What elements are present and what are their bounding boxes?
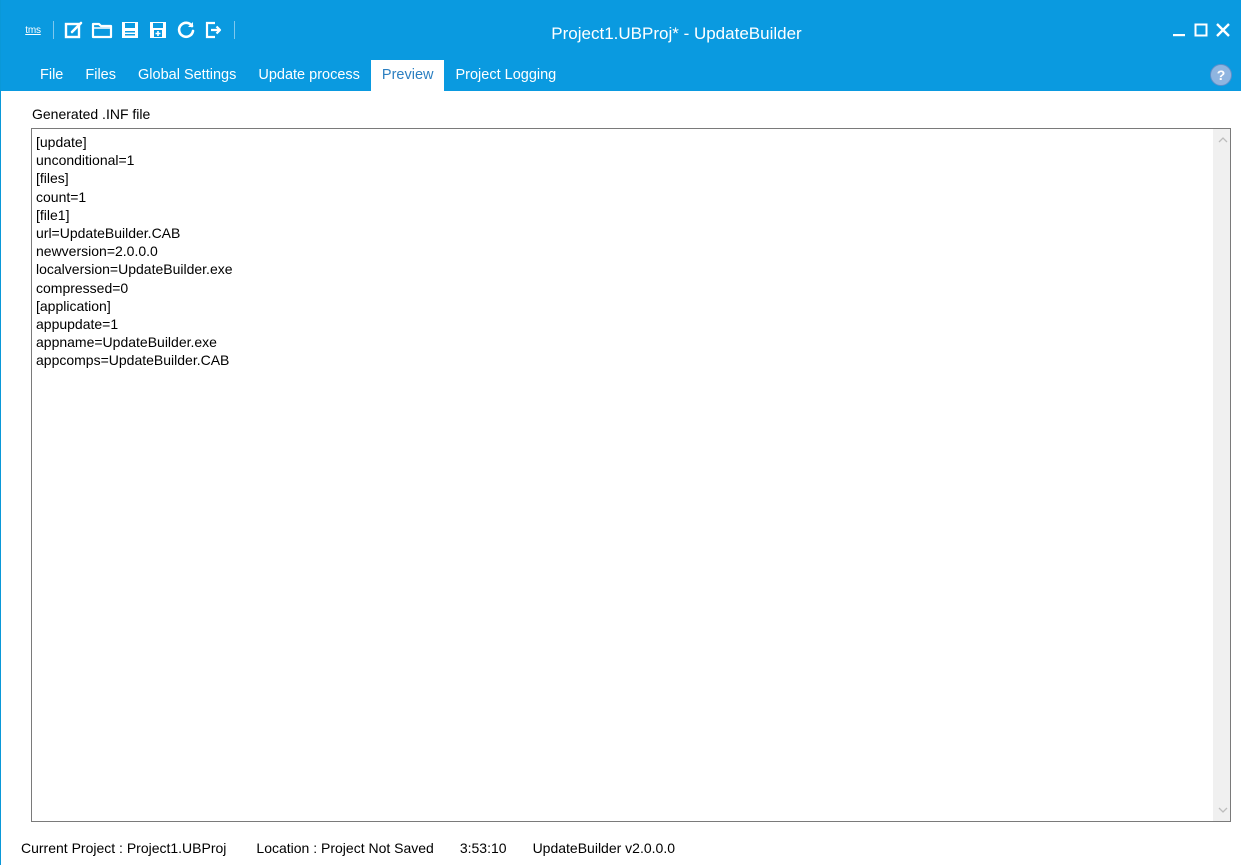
inf-preview-memo[interactable]: [update] unconditional=1 [files] count=1 [fi… xyxy=(31,128,1231,822)
app-window: tms Project1.UBProj* - UpdateBuilder Fil… xyxy=(0,0,1241,865)
ribbon-tabs: File Files Global Settings Update proces… xyxy=(29,60,567,92)
status-current-project: Current Project : Project1.UBProj xyxy=(21,839,227,856)
scroll-down-button[interactable] xyxy=(1214,802,1231,819)
status-location: Location : Project Not Saved xyxy=(256,839,434,856)
status-time: 3:53:10 xyxy=(459,839,507,856)
inf-line: [files] xyxy=(36,170,69,187)
inf-line: count=1 xyxy=(36,188,87,205)
inf-line: appname=UpdateBuilder.exe xyxy=(36,334,217,351)
tab-preview[interactable]: Preview xyxy=(370,60,445,92)
tab-files[interactable]: Files xyxy=(74,60,127,91)
inf-line: compressed=0 xyxy=(36,279,129,296)
inf-line: appcomps=UpdateBuilder.CAB xyxy=(36,352,230,369)
vertical-scrollbar[interactable] xyxy=(1213,129,1230,821)
inf-line: appupdate=1 xyxy=(36,316,119,333)
window-controls xyxy=(1168,18,1234,42)
inf-line: unconditional=1 xyxy=(36,152,135,169)
tab-update-process[interactable]: Update process xyxy=(247,60,371,91)
tab-project-logging[interactable]: Project Logging xyxy=(444,60,567,91)
preview-label: Generated .INF file xyxy=(32,106,151,122)
status-version: UpdateBuilder v2.0.0.0 xyxy=(532,839,675,856)
tab-global-settings[interactable]: Global Settings xyxy=(127,60,247,91)
help-icon: ? xyxy=(1216,67,1226,83)
inf-line: [file1] xyxy=(36,206,70,223)
inf-line: newversion=2.0.0.0 xyxy=(36,243,158,260)
inf-line: [application] xyxy=(36,297,111,314)
help-button[interactable]: ? xyxy=(1210,64,1232,86)
inf-text-content[interactable]: [update] unconditional=1 [files] count=1 [fi… xyxy=(36,133,1210,821)
maximize-button[interactable] xyxy=(1190,18,1212,42)
inf-line: [update] xyxy=(36,134,87,150)
inf-line: localversion=UpdateBuilder.exe xyxy=(36,261,233,278)
chevron-down-icon xyxy=(1218,807,1227,813)
minimize-button[interactable] xyxy=(1168,18,1190,42)
tab-file[interactable]: File xyxy=(29,60,74,91)
minimize-icon xyxy=(1173,34,1185,37)
close-icon xyxy=(1216,23,1230,37)
ribbon-tab-bar: File Files Global Settings Update proces… xyxy=(1,60,1241,92)
window-title: Project1.UBProj* - UpdateBuilder xyxy=(551,24,802,43)
close-button[interactable] xyxy=(1212,18,1234,42)
status-bar: Current Project : Project1.UBProj Locati… xyxy=(1,830,1241,865)
title-bar: tms Project1.UBProj* - UpdateBuilder xyxy=(1,0,1241,60)
inf-line: url=UpdateBuilder.CAB xyxy=(36,225,181,242)
chevron-up-icon xyxy=(1218,137,1227,143)
maximize-icon xyxy=(1194,23,1208,37)
scroll-up-button[interactable] xyxy=(1214,131,1231,148)
